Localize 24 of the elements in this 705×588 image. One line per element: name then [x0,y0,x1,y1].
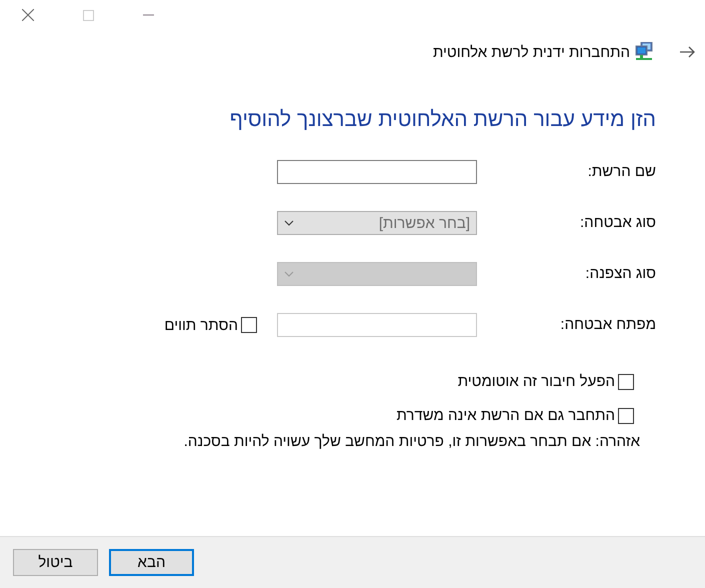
next-button[interactable]: הבא [109,549,194,576]
checkbox-label[interactable]: הסתר תווים [164,316,238,334]
field-label: סוג אבטחה: [579,213,656,233]
checkbox-label[interactable]: התחבר גם אם הרשת אינה משדרת [396,407,615,424]
field-label: שם הרשת: [586,162,656,182]
network-name-field[interactable] [277,160,477,184]
minimize-icon[interactable] [142,14,154,16]
field-label: סוג הצפנה: [584,264,656,284]
chevron-down-icon [284,271,294,277]
field-label: מפתח אבטחה: [559,315,656,335]
checkbox[interactable] [618,374,634,390]
checkbox[interactable] [241,317,257,333]
chevron-down-icon [284,220,294,226]
page-heading: הזן מידע עבור הרשת האלחוטית שברצונך להוסיף [228,108,656,132]
warning-text: אזהרה: אם תבחר באפשרות זו, פרטיות המחשב שלך עשויה להיות בסכנה. [182,433,640,450]
dropdown[interactable]: [בחר אפשרות] [277,211,477,235]
dialog-title: התחברות ידנית לרשת אלחוטית [432,44,630,60]
close-icon[interactable] [22,9,34,21]
security-key-field[interactable] [277,313,477,337]
checkbox[interactable] [618,408,634,424]
cancel-button[interactable]: ביטול [13,549,98,576]
checkbox-label[interactable]: הפעל חיבור זה אוטומטית [458,373,615,390]
back-arrow-icon[interactable] [680,46,695,58]
network-computers-icon [635,42,653,62]
